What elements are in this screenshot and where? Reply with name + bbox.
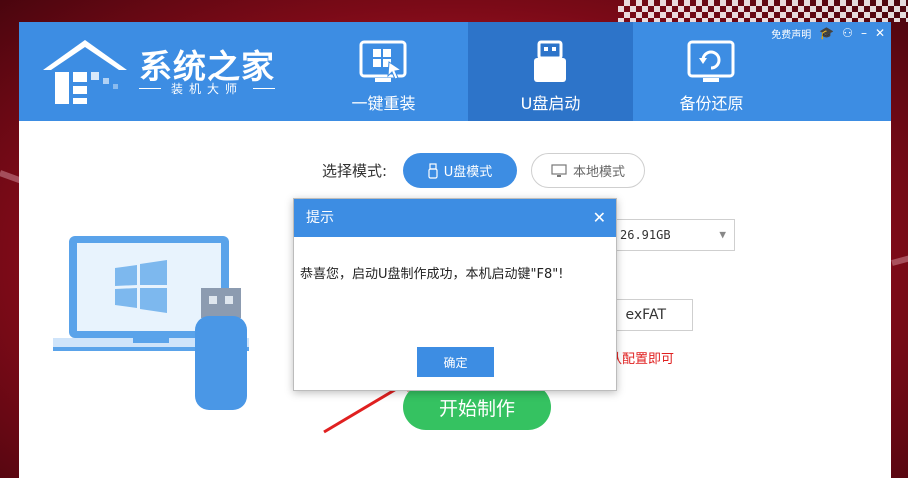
- usb-drive-icon: [534, 40, 566, 82]
- tab-label: U盘启动: [520, 94, 581, 113]
- dialog-message: 恭喜您，启动U盘制作成功，本机启动键"F8"!: [300, 267, 564, 282]
- header-bar: 系统之家 装机大师 一键重装 U盘启动 备份还原 免费声明 🎓 ⚇ – ✕: [19, 22, 891, 121]
- filesystem-value: exFAT: [625, 307, 666, 323]
- background-checker-pattern: [618, 0, 908, 22]
- usb-mode-button[interactable]: U盘模式: [403, 153, 517, 188]
- minimize-icon[interactable]: –: [861, 27, 867, 39]
- backup-restore-icon: [687, 40, 735, 82]
- people-icon[interactable]: ⚇: [842, 27, 853, 39]
- tab-backup-restore[interactable]: 备份还原: [629, 22, 794, 121]
- window-controls: 免费声明 🎓 ⚇ – ✕: [771, 24, 891, 42]
- tip-dialog: 提示 ✕ 恭喜您，启动U盘制作成功，本机启动键"F8"! 确定: [293, 198, 617, 391]
- device-value: 26.91GB: [620, 228, 671, 242]
- windows-install-icon: [359, 40, 407, 82]
- tab-usb-boot[interactable]: U盘启动: [468, 22, 633, 121]
- chevron-down-icon: ▼: [719, 228, 726, 241]
- tab-label: 一键重装: [351, 94, 416, 113]
- house-logo-icon: [43, 40, 127, 104]
- ok-button[interactable]: 确定: [417, 347, 494, 377]
- mode-label: 选择模式:: [322, 162, 388, 180]
- close-icon[interactable]: ✕: [593, 199, 606, 237]
- local-mode-button[interactable]: 本地模式: [531, 153, 645, 188]
- local-mode-label: 本地模式: [572, 165, 625, 180]
- config-note: 认配置即可: [609, 352, 675, 367]
- usb-mode-label: U盘模式: [443, 165, 493, 180]
- laptop-usb-illustration: [53, 236, 249, 410]
- app-window: 系统之家 装机大师 一键重装 U盘启动 备份还原 免费声明 🎓 ⚇ – ✕ 选择…: [19, 22, 891, 478]
- monitor-icon: [551, 163, 567, 177]
- disclaimer-link[interactable]: 免费声明: [771, 26, 811, 41]
- brand-subtitle: 装机大师: [139, 80, 275, 97]
- usb-stick-icon: [428, 162, 438, 179]
- dialog-header: 提示 ✕: [294, 199, 616, 237]
- skin-icon[interactable]: 🎓: [819, 27, 834, 39]
- close-icon[interactable]: ✕: [875, 27, 885, 39]
- tab-label: 备份还原: [679, 94, 744, 113]
- tab-one-key-reinstall[interactable]: 一键重装: [301, 22, 466, 121]
- dialog-title: 提示: [306, 210, 334, 226]
